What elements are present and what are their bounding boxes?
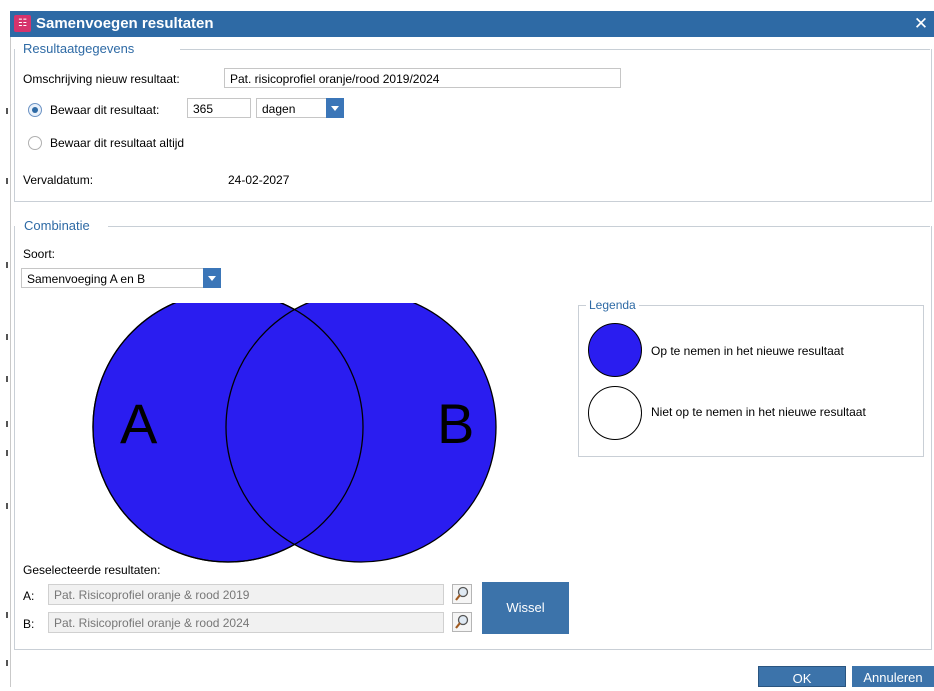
chevron-down-icon[interactable]: [326, 98, 344, 118]
bewaar-days-input[interactable]: 365: [187, 98, 251, 118]
resultaat-legend: Resultaatgegevens: [20, 41, 138, 56]
legend-excluded-swatch: [588, 386, 642, 440]
group-top-line: [108, 226, 930, 227]
strip-tick: [6, 262, 8, 268]
omschrijving-input[interactable]: Pat. risicoprofiel oranje/rood 2019/2024: [224, 68, 621, 88]
b-label: B:: [23, 617, 35, 631]
venn-label-b: B: [437, 392, 474, 455]
strip-tick: [6, 334, 8, 340]
strip-tick: [6, 178, 8, 184]
legend-included-label: Op te nemen in het nieuwe resultaat: [651, 344, 844, 358]
venn-label-a: A: [120, 392, 158, 455]
strip-tick: [6, 421, 8, 427]
soort-select[interactable]: Samenvoeging A en B: [21, 268, 203, 288]
geselecteerde-label: Geselecteerde resultaten:: [23, 563, 161, 577]
background-window-strip: [0, 0, 10, 687]
strip-tick: [6, 108, 8, 114]
vervaldatum-label: Vervaldatum:: [23, 173, 94, 187]
bewaar-unit-select[interactable]: dagen: [256, 98, 326, 118]
result-b-field: Pat. Risicoprofiel oranje & rood 2024: [48, 612, 444, 633]
strip-tick: [6, 503, 8, 509]
bewaar-dagen-radio[interactable]: [28, 103, 42, 117]
bewaar-altijd-label: Bewaar dit resultaat altijd: [50, 136, 185, 150]
bewaar-label: Bewaar dit resultaat:: [50, 103, 160, 117]
strip-tick: [6, 612, 8, 618]
wissel-button[interactable]: Wissel: [482, 582, 569, 634]
legend-excluded-label: Niet op te nemen in het nieuwe resultaat: [651, 405, 866, 419]
venn-diagram[interactable]: A B: [90, 303, 510, 573]
strip-tick: [6, 376, 8, 382]
strip-tick: [6, 660, 8, 666]
dialog-titlebar[interactable]: ☷ Samenvoegen resultaten ✕: [10, 11, 934, 37]
close-icon[interactable]: ✕: [910, 13, 932, 35]
group-top-line: [180, 49, 930, 50]
omschrijving-label: Omschrijving nieuw resultaat:: [23, 72, 180, 86]
ok-button[interactable]: OK: [758, 666, 846, 687]
strip-tick: [6, 450, 8, 456]
chevron-down-icon[interactable]: [203, 268, 221, 288]
cancel-button[interactable]: Annuleren: [852, 666, 934, 687]
bewaar-altijd-radio[interactable]: [28, 136, 42, 150]
legenda-title: Legenda: [586, 298, 639, 312]
soort-label: Soort:: [23, 247, 56, 261]
legend-included-swatch: [588, 323, 642, 377]
a-label: A:: [23, 589, 35, 603]
result-a-field: Pat. Risicoprofiel oranje & rood 2019: [48, 584, 444, 605]
magnifier-icon: [455, 586, 469, 601]
search-a-button[interactable]: [452, 584, 472, 604]
combinatie-legend: Combinatie: [21, 218, 93, 233]
vervaldatum-value: 24-02-2027: [228, 173, 290, 187]
dialog-title: Samenvoegen resultaten: [36, 15, 214, 32]
magnifier-icon: [455, 614, 469, 629]
search-b-button[interactable]: [452, 612, 472, 632]
app-icon: ☷: [14, 15, 31, 32]
